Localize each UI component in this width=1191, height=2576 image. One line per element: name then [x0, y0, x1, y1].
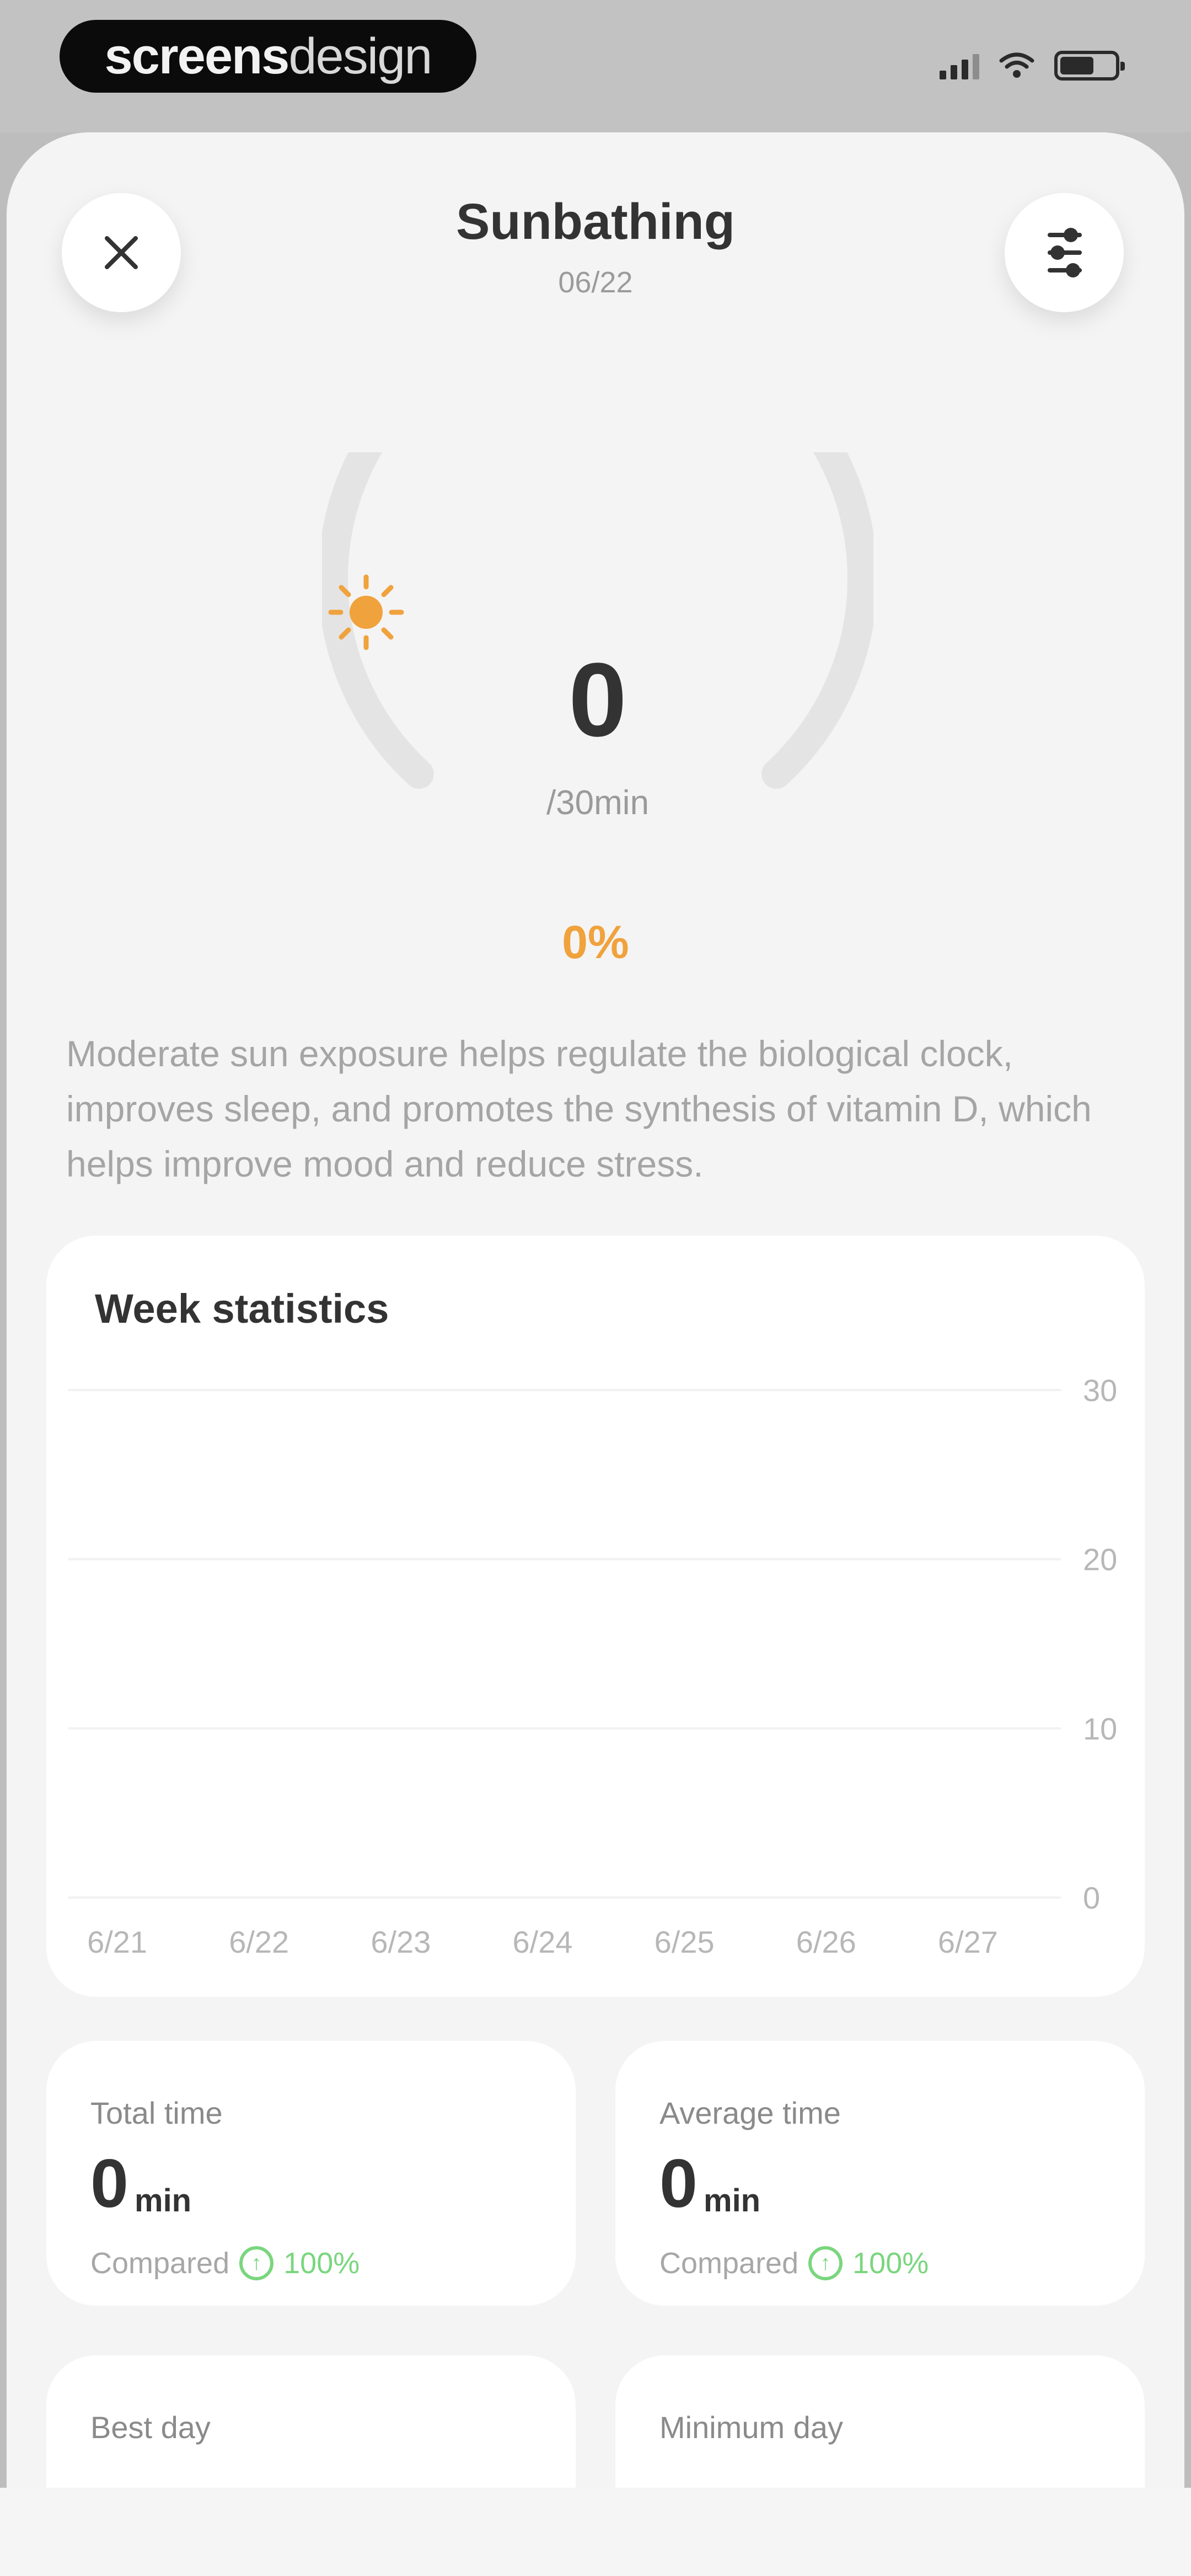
x-tick-label: 6/21: [87, 1925, 147, 1959]
x-tick-label: 6/25: [654, 1925, 715, 1959]
status-bar: screens design: [0, 0, 1191, 132]
stat-value: 0: [659, 2146, 698, 2222]
sliders-icon: [1048, 228, 1082, 277]
stat-label: Average time: [659, 2096, 841, 2130]
compare-value: 100%: [852, 2247, 929, 2280]
x-tick-label: 6/24: [513, 1925, 573, 1959]
stat-unit: min: [704, 2183, 761, 2219]
stat-label: Total time: [90, 2096, 223, 2130]
up-arrow-circle-icon: ↑: [239, 2246, 274, 2280]
stat-compare: Compared ↑ 100%: [90, 2246, 360, 2280]
x-tick-label: 6/26: [796, 1925, 856, 1959]
minimum-day-card: Minimum day: [615, 2355, 1145, 2488]
stat-compare: Compared ↑ 100%: [659, 2246, 929, 2280]
up-arrow-circle-icon: ↑: [808, 2246, 843, 2280]
compare-value: 100%: [283, 2247, 360, 2280]
stat-label: Best day: [90, 2410, 211, 2445]
stat-value: 0: [90, 2146, 128, 2222]
stat-label: Minimum day: [659, 2410, 843, 2445]
x-tick-label: 6/23: [371, 1925, 431, 1959]
battery-icon: [1054, 51, 1125, 81]
x-tick-label: 6/27: [938, 1925, 998, 1959]
y-tick-label: 10: [1083, 1711, 1117, 1746]
y-tick-label: 30: [1083, 1373, 1117, 1408]
compare-label: Compared: [659, 2247, 799, 2280]
brand-logo: screens design: [60, 20, 476, 93]
week-bar-chart: 30 20 10 0 6/21 6/22 6/23 6/24 6/25 6/26 6/27: [68, 1373, 1117, 1959]
stat-unit: min: [135, 2183, 192, 2219]
sunbathing-minutes: 0: [568, 642, 627, 758]
progress-gauge: 0 /30min: [322, 452, 873, 838]
compare-label: Compared: [90, 2247, 230, 2280]
progress-percent: 0%: [562, 916, 629, 968]
goal-minutes: /30min: [546, 784, 650, 822]
settings-button[interactable]: [1005, 193, 1124, 312]
y-tick-label: 0: [1083, 1880, 1100, 1915]
sunbathing-sheet: Sunbathing 06/22 0 /30min 0% Moderate su…: [7, 132, 1184, 2488]
brand-part-2: design: [288, 28, 432, 84]
best-day-card: Best day: [46, 2355, 576, 2488]
wifi-icon: [999, 52, 1034, 78]
description-text: Moderate sun exposure helps regulate the…: [66, 1033, 1092, 1184]
y-tick-label: 20: [1083, 1542, 1117, 1577]
x-tick-label: 6/22: [229, 1925, 289, 1959]
average-time-card: Average time 0 min Compared ↑ 100%: [615, 2041, 1145, 2306]
week-statistics-card: Week statistics 30 20 10 0 6/21 6/22 6/23 6/24 6…: [46, 1236, 1145, 1997]
status-icons: [940, 51, 1125, 81]
bottom-bar: [0, 2488, 1191, 2576]
brand-part-1: screens: [104, 28, 290, 84]
cellular-signal-icon: [940, 52, 979, 79]
total-time-card: Total time 0 min Compared ↑ 100%: [46, 2041, 576, 2306]
